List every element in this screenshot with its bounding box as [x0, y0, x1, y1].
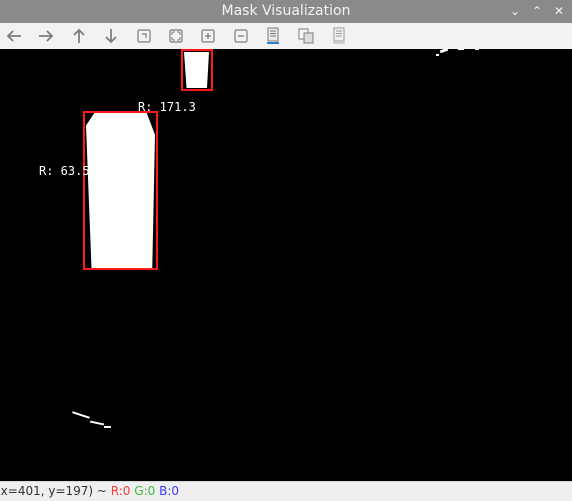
zoom-out-icon[interactable] [230, 26, 252, 46]
zoom-in-icon[interactable] [197, 26, 219, 46]
radius-label-lower: R: 63.5 [39, 164, 88, 178]
toolbar [0, 23, 572, 49]
cursor-coordinates: (x=401, y=197) ~ [0, 484, 111, 498]
down-arrow-icon[interactable] [100, 26, 122, 46]
save-image-icon[interactable] [262, 26, 284, 46]
properties-icon[interactable] [328, 26, 350, 46]
bounding-box-large [83, 111, 158, 270]
image-canvas[interactable]: R: 171.3 R: 63.5 [0, 49, 572, 481]
noise-speck [436, 54, 439, 56]
red-value: R:0 [110, 484, 131, 498]
noise-speck [104, 426, 111, 428]
status-bar: (x=401, y=197) ~ R:0 G:0 B:0 [0, 481, 572, 501]
pixel-readout: (x=401, y=197) ~ R:0 G:0 B:0 [0, 484, 179, 498]
minimize-button[interactable]: ⌄ [505, 1, 525, 21]
noise-speck [439, 49, 449, 54]
up-arrow-icon[interactable] [68, 26, 90, 46]
close-button[interactable]: ✕ [549, 1, 569, 21]
noise-speck [475, 49, 479, 50]
noise-speck [458, 49, 464, 50]
back-arrow-icon[interactable] [3, 26, 25, 46]
zoom-original-icon[interactable] [133, 26, 155, 46]
noise-speck [72, 411, 90, 419]
green-value: G:0 [134, 484, 156, 498]
title-bar: Mask Visualization ⌄ ⌃ ✕ [0, 0, 572, 23]
window-title: Mask Visualization [221, 3, 351, 19]
maximize-button[interactable]: ⌃ [527, 1, 547, 21]
forward-arrow-icon[interactable] [35, 26, 57, 46]
noise-speck [89, 420, 105, 426]
bounding-box-upper [181, 49, 213, 91]
zoom-fit-icon[interactable] [165, 26, 187, 46]
blue-value: B:0 [159, 484, 180, 498]
copy-icon[interactable] [295, 26, 317, 46]
